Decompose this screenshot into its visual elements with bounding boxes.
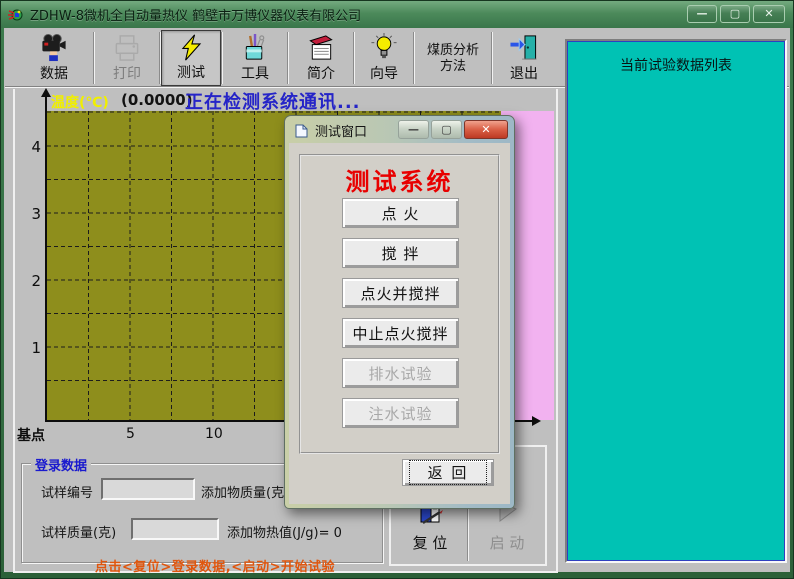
button-label: 点 火 — [382, 203, 420, 224]
toolbar-button-intro[interactable]: 简介 — [289, 30, 353, 86]
close-button[interactable]: ✕ — [753, 5, 785, 23]
close-icon: ✕ — [764, 7, 773, 20]
start-button-label: 启 动 — [490, 532, 525, 553]
app-window: ZDHW-8微机全自动量热仪 鹤壁市万博仪器仪表有限公司 — ▢ ✕ 数据 — [0, 0, 794, 579]
toolbar-label-line2: 方法 — [440, 59, 466, 74]
tools-icon — [239, 33, 271, 62]
y-axis-arrow-icon — [41, 88, 51, 97]
maximize-icon: ▢ — [730, 7, 740, 20]
stir-button[interactable]: 搅 拌 — [342, 238, 459, 268]
return-button-label: 返 回 — [409, 460, 488, 485]
toolbar-button-exit[interactable]: 退出 — [493, 30, 555, 86]
x-tick-label: 5 — [126, 426, 135, 442]
temperature-axis-label: 温度(℃) — [51, 92, 109, 112]
sample-number-input[interactable] — [101, 478, 195, 500]
toolbar-button-data[interactable]: 数据 — [15, 30, 93, 86]
minimize-icon: — — [408, 123, 419, 136]
app-icon — [8, 7, 24, 23]
test-data-panel: 当前试验数据列表 — [565, 39, 787, 563]
additive-heat-label: 添加物热值(J/g)= 0 — [227, 522, 342, 541]
y-tick-label: 4 — [23, 138, 41, 156]
minimize-icon: — — [697, 7, 708, 20]
temperature-value: (0.0000) — [121, 91, 193, 109]
lightning-icon — [176, 34, 206, 61]
sample-mass-label: 试样质量(克) — [41, 522, 116, 541]
toolbar-label: 工具 — [241, 63, 269, 83]
return-button[interactable]: 返 回 — [402, 459, 494, 486]
y-axis-line — [45, 97, 47, 422]
login-data-group-label: 登录数据 — [31, 455, 91, 474]
printer-icon — [111, 33, 143, 62]
button-label: 注水试验 — [368, 403, 432, 424]
maximize-icon: ▢ — [441, 123, 451, 136]
ignite-button[interactable]: 点 火 — [342, 198, 459, 228]
button-label: 点火并搅拌 — [360, 283, 440, 304]
toolbar-button-coal-method[interactable]: 煤质分析 方法 — [415, 30, 491, 86]
x-axis-arrow-icon — [532, 416, 541, 426]
window-controls: — ▢ ✕ — [687, 5, 785, 23]
test-data-panel-surface: 当前试验数据列表 — [567, 41, 785, 561]
toolbar-button-test[interactable]: 测试 — [161, 30, 221, 86]
x-tick-label: 10 — [205, 426, 223, 442]
inject-water-test-button[interactable]: 注水试验 — [342, 398, 459, 428]
dialog-title: 测试窗口 — [315, 121, 367, 140]
maximize-button[interactable]: ▢ — [720, 5, 750, 23]
button-label: 中止点火搅拌 — [352, 323, 448, 344]
toolbar-button-wizard[interactable]: 向导 — [355, 30, 413, 86]
button-label: 排水试验 — [368, 363, 432, 384]
y-tick-label: 1 — [23, 339, 41, 357]
toolbar-label: 煤质分析 — [427, 43, 479, 58]
notebook-icon — [305, 33, 337, 62]
test-data-panel-title: 当前试验数据列表 — [568, 55, 784, 75]
additive-mass-label: 添加物质量(克) — [201, 482, 289, 501]
test-dialog: 测试窗口 — ▢ ✕ 测试系统 点 火 搅 拌 点火并搅拌 中止点火搅拌 排水试… — [284, 115, 515, 509]
toolbar-label: 数据 — [40, 63, 68, 83]
stop-ignite-stir-button[interactable]: 中止点火搅拌 — [342, 318, 459, 348]
toolbar-label: 向导 — [370, 63, 398, 83]
dialog-close-button[interactable]: ✕ — [464, 120, 508, 139]
toolbar-label: 测试 — [177, 62, 205, 82]
dialog-document-icon — [294, 124, 309, 138]
close-icon: ✕ — [481, 123, 490, 136]
dialog-controls: — ▢ ✕ — [398, 120, 508, 139]
sample-number-label: 试样编号 — [41, 482, 93, 501]
minimize-button[interactable]: — — [687, 5, 717, 23]
camera-icon — [37, 33, 71, 62]
dialog-titlebar[interactable]: 测试窗口 — [294, 121, 367, 140]
bulb-icon — [369, 33, 399, 62]
toolbar-label: 简介 — [307, 63, 335, 83]
toolbar-button-print[interactable]: 打印 — [95, 30, 159, 86]
toolbar-label: 退出 — [510, 63, 538, 83]
exit-door-icon — [508, 33, 540, 62]
dialog-heading: 测试系统 — [289, 162, 510, 197]
dialog-minimize-button[interactable]: — — [398, 120, 429, 139]
reset-button-label: 复 位 — [413, 532, 448, 553]
sample-mass-input[interactable] — [131, 518, 219, 540]
y-tick-label: 2 — [23, 272, 41, 290]
hint-text: 点击<复位>登录数据,<启动>开始试验 — [95, 556, 335, 575]
drain-test-button[interactable]: 排水试验 — [342, 358, 459, 388]
x-origin-label: 基点 — [17, 425, 45, 445]
toolbar-button-tools[interactable]: 工具 — [223, 30, 287, 86]
dialog-maximize-button[interactable]: ▢ — [431, 120, 462, 139]
button-label: 搅 拌 — [382, 243, 420, 264]
titlebar[interactable]: ZDHW-8微机全自动量热仪 鹤壁市万博仪器仪表有限公司 — ▢ ✕ — [1, 1, 793, 28]
toolbar-label: 打印 — [113, 63, 141, 83]
toolbar: 数据 打印 测试 — [15, 30, 555, 86]
window-title: ZDHW-8微机全自动量热仪 鹤壁市万博仪器仪表有限公司 — [30, 5, 361, 24]
ignite-and-stir-button[interactable]: 点火并搅拌 — [342, 278, 459, 308]
dialog-body: 测试系统 点 火 搅 拌 点火并搅拌 中止点火搅拌 排水试验 注水试验 返 回 — [289, 143, 510, 504]
y-tick-label: 3 — [23, 205, 41, 223]
